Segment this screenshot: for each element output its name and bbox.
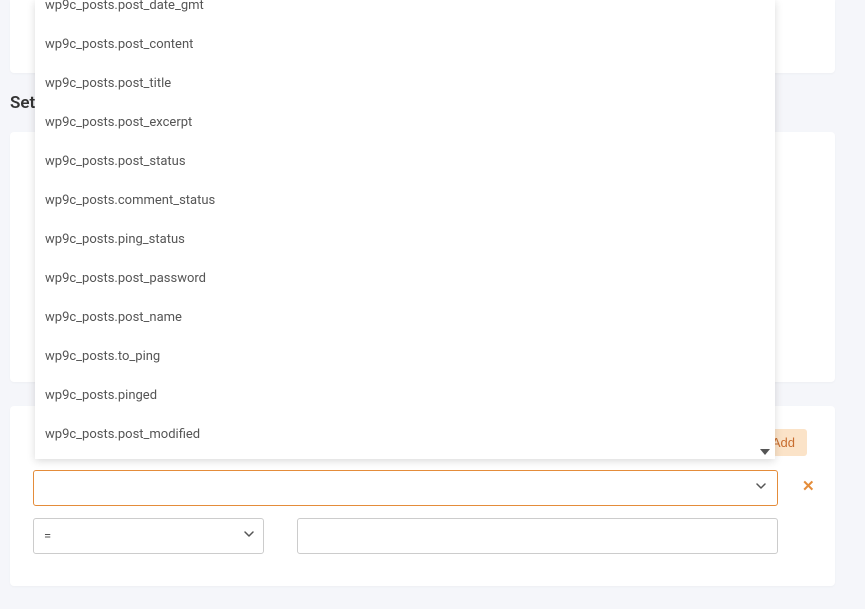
- filter-condition-row: =: [33, 518, 778, 554]
- dropdown-item[interactable]: wp9c_posts.post_content: [35, 25, 775, 64]
- operator-select-value: =: [44, 529, 51, 544]
- dropdown-item[interactable]: wp9c_posts.pinged: [35, 376, 775, 415]
- value-input[interactable]: [297, 518, 778, 554]
- chevron-down-icon: [755, 480, 767, 496]
- chevron-down-icon: [243, 528, 255, 544]
- section-header: Set: [10, 93, 35, 113]
- dropdown-item[interactable]: wp9c_posts.to_ping: [35, 337, 775, 376]
- field-dropdown-list[interactable]: wp9c_posts.post_date_gmt wp9c_posts.post…: [35, 0, 775, 459]
- dropdown-item[interactable]: wp9c_posts.ping_status: [35, 220, 775, 259]
- dropdown-item[interactable]: wp9c_posts.post_name: [35, 298, 775, 337]
- dropdown-item[interactable]: wp9c_posts.post_date_gmt: [35, 0, 775, 25]
- dropdown-item[interactable]: wp9c_posts.post_title: [35, 64, 775, 103]
- operator-select[interactable]: =: [33, 518, 264, 554]
- dropdown-item[interactable]: wp9c_posts.comment_status: [35, 181, 775, 220]
- dropdown-item[interactable]: wp9c_posts.post_modified: [35, 415, 775, 454]
- dropdown-item[interactable]: wp9c_posts.post_excerpt: [35, 103, 775, 142]
- field-select[interactable]: [33, 470, 778, 506]
- dropdown-item[interactable]: wp9c_posts.post_status: [35, 142, 775, 181]
- dropdown-item[interactable]: wp9c_posts.post_password: [35, 259, 775, 298]
- field-dropdown: wp9c_posts.post_date_gmt wp9c_posts.post…: [35, 0, 775, 459]
- filter-field-row: [33, 470, 778, 506]
- remove-filter-icon[interactable]: ✕: [802, 477, 815, 495]
